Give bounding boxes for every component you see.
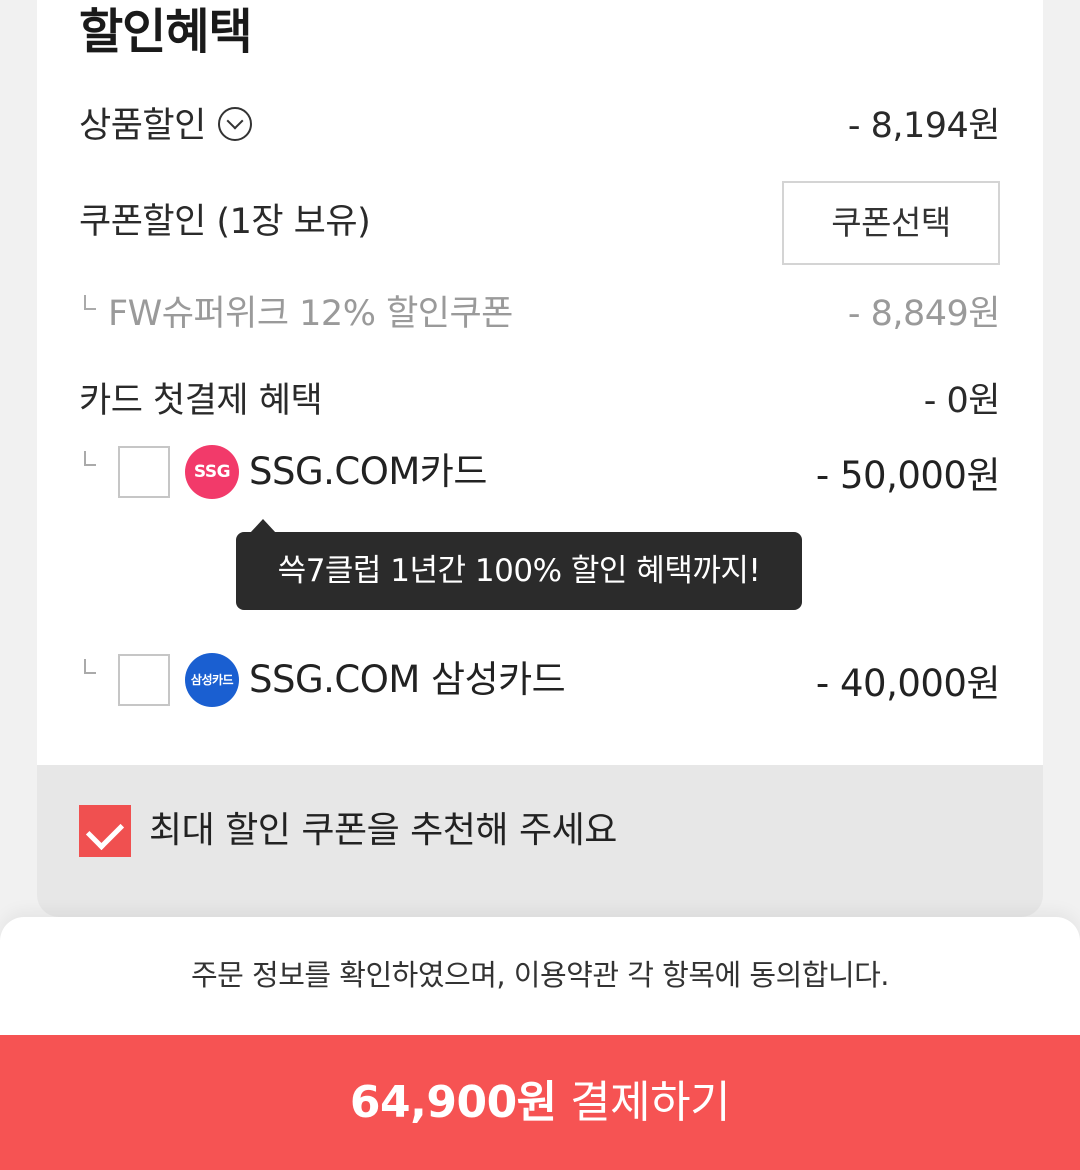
card-benefit-amount: - 0원 xyxy=(923,381,1001,421)
card-benefit-label: 카드 첫결제 혜택 xyxy=(79,381,323,421)
product-discount-row[interactable]: 상품할인 xyxy=(79,102,252,150)
samsung-card-name[interactable]: SSG.COM 삼성카드 xyxy=(249,655,566,705)
recommend-coupon-panel: 최대 할인 쿠폰을 추천해 주세요 xyxy=(37,765,1043,917)
agreement-text: 주문 정보를 확인하였으며, 이용약관 각 항목에 동의합니다. xyxy=(190,958,890,992)
applied-coupon-name: FW슈퍼위크 12% 할인쿠폰 xyxy=(108,294,513,334)
ssg-card-amount: - 50,000원 xyxy=(815,454,1001,497)
sub-item-corner-icon xyxy=(84,451,96,466)
card-promo-tooltip: 쓱7클럽 1년간 100% 할인 혜택까지! xyxy=(236,519,802,610)
recommend-coupon-label[interactable]: 최대 할인 쿠폰을 추천해 주세요 xyxy=(149,805,617,857)
pay-amount: 64,900원 xyxy=(349,1077,557,1128)
samsung-card-logo: 삼성카드 xyxy=(185,653,239,707)
recommend-coupon-checkbox[interactable] xyxy=(79,805,131,857)
section-title: 할인혜택 xyxy=(79,4,253,60)
applied-coupon-amount: - 8,849원 xyxy=(847,294,1001,334)
samsung-card-amount: - 40,000원 xyxy=(815,662,1001,705)
discount-card: 할인혜택 상품할인 - 8,194원 쿠폰할인 (1장 보유) 쿠폰선택 FW슈… xyxy=(37,0,1043,765)
ssg-card-checkbox[interactable] xyxy=(118,446,170,498)
payment-bottom-sheet: 주문 정보를 확인하였으며, 이용약관 각 항목에 동의합니다. 64,900원… xyxy=(0,917,1080,1170)
pay-button[interactable]: 64,900원 결제하기 xyxy=(0,1035,1080,1170)
product-discount-label: 상품할인 xyxy=(79,106,206,146)
product-discount-amount: - 8,194원 xyxy=(847,106,1001,146)
ssg-card-name[interactable]: SSG.COM카드 xyxy=(249,447,487,497)
sub-item-corner-icon xyxy=(84,659,96,674)
coupon-select-button[interactable]: 쿠폰선택 xyxy=(782,181,1000,265)
ssg-card-logo: SSG xyxy=(185,445,239,499)
samsung-card-checkbox[interactable] xyxy=(118,654,170,706)
sub-item-corner-icon xyxy=(84,295,96,310)
coupon-discount-label: 쿠폰할인 (1장 보유) xyxy=(79,202,371,242)
pay-label: 결제하기 xyxy=(570,1077,731,1128)
chevron-down-circle-icon[interactable] xyxy=(217,107,252,141)
